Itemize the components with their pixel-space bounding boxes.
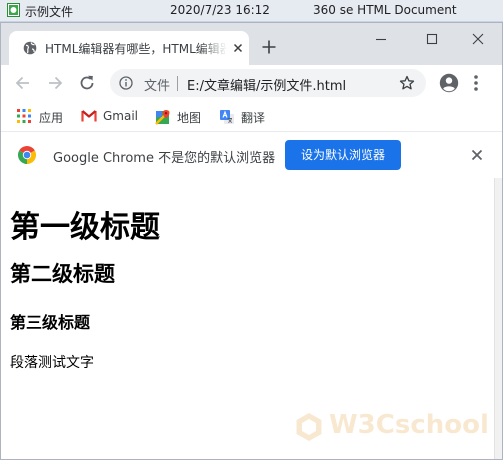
profile-avatar-icon[interactable] bbox=[439, 73, 459, 93]
file-list-row[interactable]: 示例文件 2020/7/23 16:12 360 se HTML Documen… bbox=[0, 0, 503, 22]
html-file-icon bbox=[7, 3, 20, 17]
default-browser-infobar: Google Chrome 不是您的默认浏览器 设为默认浏览器 bbox=[1, 131, 502, 179]
translate-icon bbox=[220, 110, 234, 124]
heading-level-2: 第二级标题 bbox=[10, 262, 115, 286]
w3cschool-watermark: W3Cschool bbox=[294, 410, 494, 444]
omnibox-separator bbox=[177, 76, 178, 91]
close-tab-icon[interactable] bbox=[231, 41, 245, 55]
bookmark-label: Gmail bbox=[103, 109, 139, 123]
vertical-scrollbar[interactable] bbox=[494, 178, 502, 459]
active-tab[interactable]: HTML编辑器有哪些，HTML编辑器 bbox=[9, 31, 249, 65]
reload-icon[interactable] bbox=[77, 73, 97, 93]
address-bar[interactable]: 文件 E:/文章编辑/示例文件.html bbox=[110, 69, 426, 97]
w3cschool-logo-icon bbox=[296, 413, 322, 441]
url-text[interactable]: E:/文章编辑/示例文件.html bbox=[187, 75, 346, 94]
back-arrow-icon[interactable] bbox=[13, 73, 33, 93]
file-type: 360 se HTML Document bbox=[313, 3, 457, 17]
tab-title: HTML编辑器有哪些，HTML编辑器 bbox=[45, 42, 227, 56]
bookmark-label: 应用 bbox=[39, 111, 64, 125]
site-info-icon[interactable] bbox=[119, 76, 133, 90]
maps-icon bbox=[155, 110, 170, 125]
watermark-text: W3Cschool bbox=[329, 410, 489, 440]
paragraph-text: 段落测试文字 bbox=[10, 355, 94, 371]
minimize-icon[interactable] bbox=[372, 31, 390, 47]
tab-strip: HTML编辑器有哪些，HTML编辑器 bbox=[1, 23, 502, 65]
new-tab-plus-icon[interactable] bbox=[261, 39, 277, 55]
more-menu-icon[interactable] bbox=[473, 74, 479, 92]
bookmark-label: 翻译 bbox=[241, 111, 266, 125]
file-name: 示例文件 bbox=[25, 5, 74, 19]
infobar-message: Google Chrome 不是您的默认浏览器 bbox=[53, 151, 276, 166]
heading-level-3: 第三级标题 bbox=[10, 313, 91, 332]
chrome-logo-icon bbox=[18, 146, 36, 164]
set-default-browser-button[interactable]: 设为默认浏览器 bbox=[285, 140, 401, 170]
close-infobar-icon[interactable] bbox=[471, 149, 483, 161]
forward-arrow-icon[interactable] bbox=[45, 73, 65, 93]
bookmark-star-icon[interactable] bbox=[399, 75, 415, 91]
navigation-toolbar: 文件 E:/文章编辑/示例文件.html bbox=[1, 65, 502, 101]
file-date: 2020/7/23 16:12 bbox=[170, 3, 270, 17]
maximize-icon[interactable] bbox=[423, 31, 441, 47]
close-window-icon[interactable] bbox=[469, 31, 487, 47]
heading-level-1: 第一级标题 bbox=[10, 210, 160, 245]
bookmark-label: 地图 bbox=[177, 111, 202, 125]
browser-window: HTML编辑器有哪些，HTML编辑器 文件 E:/文章编辑/示例文件.html … bbox=[0, 22, 503, 460]
gmail-icon bbox=[81, 110, 97, 122]
globe-icon bbox=[23, 41, 37, 55]
apps-grid-icon bbox=[17, 109, 31, 123]
file-scheme-label: 文件 bbox=[144, 79, 171, 94]
bookmarks-bar: 应用 Gmail 地图 翻译 bbox=[1, 101, 502, 131]
